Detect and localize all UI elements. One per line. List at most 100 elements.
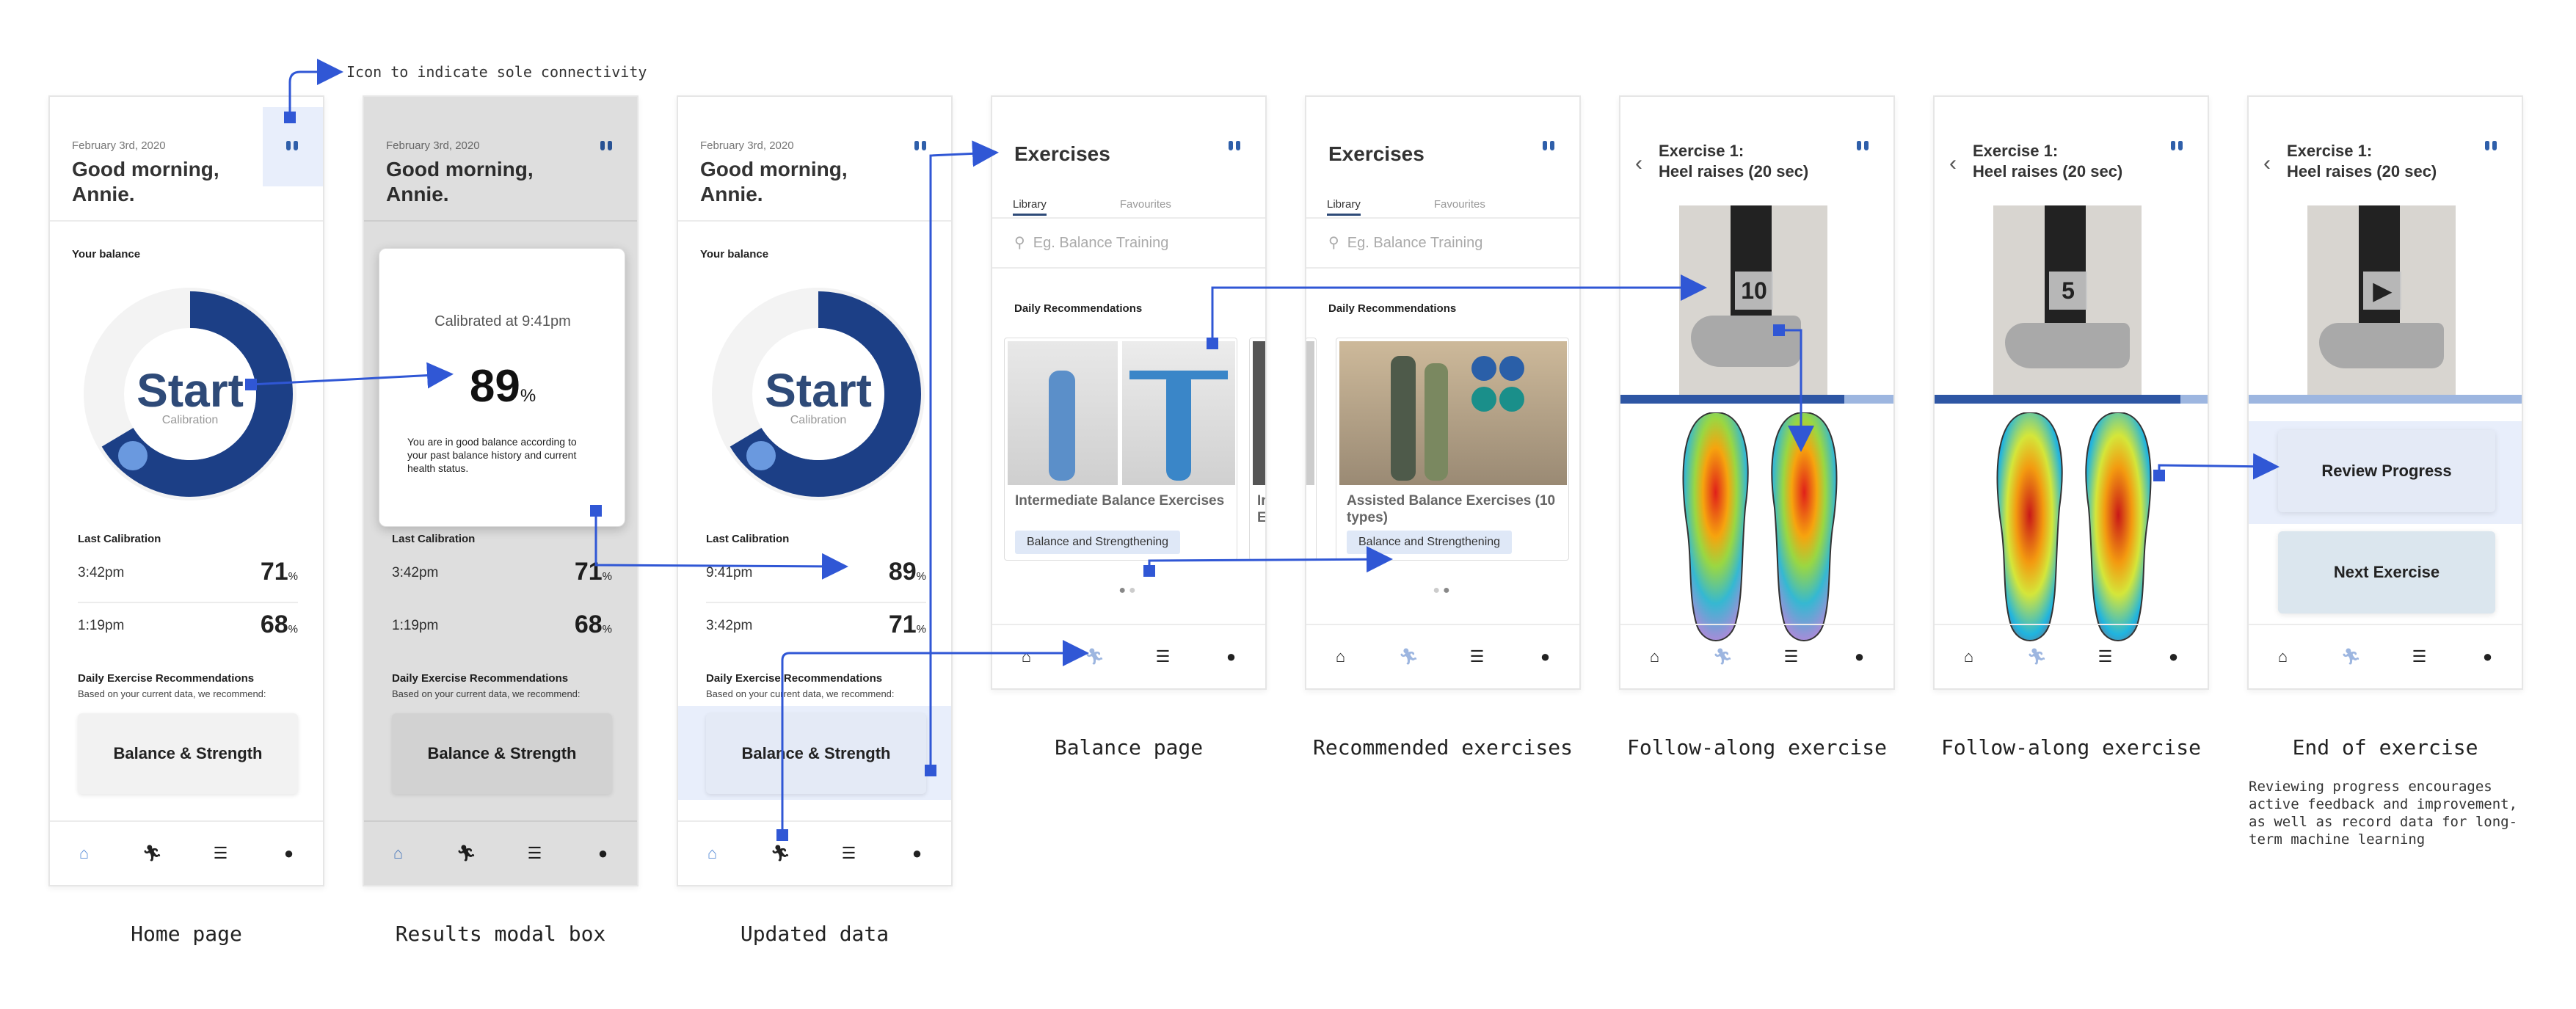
list-icon[interactable]: ☰	[2405, 647, 2434, 666]
home-icon[interactable]: ⌂	[1012, 647, 1041, 666]
exercise-runner-icon[interactable]: 🏃︎	[1394, 647, 1424, 666]
last-calibration-label: Last Calibration	[78, 533, 161, 545]
calibration-label: Calibration	[790, 414, 847, 426]
profile-icon[interactable]: ●	[903, 844, 932, 863]
bottom-nav: ⌂ 🏃︎ ☰ ●	[1935, 624, 2208, 688]
sole-connectivity-icon[interactable]	[1229, 141, 1240, 150]
exercise-runner-icon[interactable]: 🏃︎	[138, 844, 167, 863]
row-value: 71%	[888, 611, 926, 638]
caption: End of exercise	[2292, 735, 2478, 760]
sole-connectivity-icon[interactable]	[2485, 141, 2497, 150]
list-icon[interactable]: ☰	[206, 844, 236, 863]
page-title: Exercises	[1328, 142, 1425, 165]
exercise-card-partial[interactable]	[1306, 338, 1317, 561]
back-chevron-icon[interactable]: ‹	[1949, 151, 1957, 176]
caption: Follow-along exercise	[1940, 735, 2201, 760]
carousel-dots[interactable]: ●●	[992, 584, 1265, 597]
card-title: Intermediate Balance Exercises	[1015, 493, 1225, 509]
home-icon[interactable]: ⌂	[698, 844, 727, 863]
balance-strength-button[interactable]: Balance & Strength	[706, 713, 926, 794]
home-icon[interactable]: ⌂	[1326, 647, 1356, 666]
profile-icon[interactable]: ●	[1531, 647, 1560, 666]
sole-connectivity-icon[interactable]	[914, 141, 926, 150]
divider	[1306, 267, 1579, 269]
end-note: Reviewing progress encourages active fee…	[2249, 779, 2518, 848]
search-input[interactable]: ⚲ Eg. Balance Training	[1328, 233, 1482, 252]
caption: Follow-along exercise	[1626, 735, 1887, 760]
exercise-card[interactable]: Assisted Balance Exercises (10 types) Ba…	[1336, 338, 1569, 561]
calibration-row: 1:19pm 68%	[78, 611, 298, 640]
card-title: Ir E	[1257, 493, 1267, 525]
profile-icon[interactable]: ●	[2159, 647, 2188, 666]
back-chevron-icon[interactable]: ‹	[1635, 151, 1642, 176]
home-screen: February 3rd, 2020 Good morning, Annie. …	[48, 95, 324, 886]
exercise-runner-icon[interactable]: 🏃︎	[2023, 647, 2052, 666]
profile-icon[interactable]: ●	[1845, 647, 1874, 666]
bottom-nav: ⌂ 🏃︎ ☰ ●	[50, 820, 323, 885]
balance-strength-button[interactable]: Balance & Strength	[78, 713, 298, 794]
countdown: 10	[1735, 272, 1773, 310]
rec-subtitle: Based on your current data, we recommend…	[78, 688, 266, 699]
sole-connectivity-icon[interactable]	[1543, 141, 1554, 150]
balance-ring[interactable]: Start Calibration	[712, 288, 925, 500]
exercise-runner-icon[interactable]: 🏃︎	[1080, 647, 1110, 666]
divider	[992, 267, 1265, 269]
exercise-runner-icon[interactable]: 🏃︎	[766, 844, 796, 863]
calibration-label: Calibration	[161, 414, 219, 426]
list-icon[interactable]: ☰	[1777, 647, 1806, 666]
profile-icon[interactable]: ●	[2473, 647, 2503, 666]
carousel-dots[interactable]: ●●	[1306, 584, 1579, 597]
home-icon[interactable]: ⌂	[2268, 647, 2298, 666]
profile-icon[interactable]: ●	[1217, 647, 1246, 666]
exercise-photo	[1122, 341, 1235, 485]
exercise-title: Exercise 1: Heel raises (20 sec)	[1973, 142, 2123, 181]
result-value: 89%	[469, 361, 536, 412]
profile-icon[interactable]: ●	[274, 844, 304, 863]
bottom-nav: ⌂ 🏃︎ ☰ ●	[678, 820, 951, 885]
date-label: February 3rd, 2020	[700, 139, 794, 152]
tab-favourites[interactable]: Favourites	[1120, 198, 1171, 211]
home-icon[interactable]: ⌂	[70, 844, 99, 863]
list-icon[interactable]: ☰	[2091, 647, 2120, 666]
list-icon[interactable]: ☰	[1149, 647, 1178, 666]
sole-connectivity-icon[interactable]	[286, 141, 298, 150]
tab-library[interactable]: Library	[1327, 198, 1361, 216]
exercise-runner-icon[interactable]: 🏃︎	[1709, 647, 1738, 666]
divider	[1306, 217, 1579, 219]
review-progress-button[interactable]: Review Progress	[2278, 430, 2495, 512]
bottom-nav: ⌂ 🏃︎ ☰ ●	[992, 624, 1265, 688]
sole-connectivity-icon[interactable]	[2171, 141, 2183, 150]
home-icon[interactable]: ⌂	[1640, 647, 1670, 666]
divider	[678, 220, 951, 222]
follow-along-screen: ‹ Exercise 1: Heel raises (20 sec) 10 ⌂ 🏃︎…	[1619, 95, 1895, 690]
wireframe-flow: Icon to indicate sole connectivity Febru…	[0, 0, 2576, 1009]
exercise-card-partial[interactable]: Ir E	[1249, 338, 1267, 561]
calibration-row: 9:41pm 89%	[706, 558, 926, 587]
calibrated-time: Calibrated at 9:41pm	[434, 313, 571, 329]
calibration-row: 3:42pm 71%	[706, 611, 926, 640]
greeting: Good morning, Annie.	[700, 158, 848, 205]
card-tag[interactable]: Balance and Strengthening	[1015, 531, 1181, 554]
progress-bar-complete	[2249, 395, 2522, 404]
exercise-runner-icon[interactable]: 🏃︎	[2337, 647, 2366, 666]
card-tag[interactable]: Balance and Strengthening	[1347, 531, 1513, 554]
exercise-card[interactable]: Intermediate Balance Exercises Balance a…	[1004, 338, 1237, 561]
list-icon[interactable]: ☰	[1463, 647, 1492, 666]
back-chevron-icon[interactable]: ‹	[2263, 151, 2271, 176]
search-input[interactable]: ⚲ Eg. Balance Training	[1014, 233, 1168, 252]
divider	[50, 220, 323, 222]
countdown: 5	[2049, 272, 2087, 310]
greeting: Good morning, Annie.	[72, 158, 219, 205]
sole-connectivity-icon[interactable]	[1857, 141, 1869, 150]
play-icon[interactable]: ▶	[2363, 272, 2401, 310]
balance-page-screen: Exercises Library Favourites ⚲ Eg. Balanc…	[991, 95, 1267, 690]
tab-favourites[interactable]: Favourites	[1434, 198, 1485, 211]
recommended-exercises-screen: Exercises Library Favourites ⚲ Eg. Balanc…	[1305, 95, 1581, 690]
progress-bar	[1620, 395, 1893, 404]
list-icon[interactable]: ☰	[834, 844, 864, 863]
balance-ring[interactable]: Start Calibration	[84, 288, 296, 500]
home-icon[interactable]: ⌂	[1954, 647, 1984, 666]
next-exercise-button[interactable]: Next Exercise	[2278, 531, 2495, 613]
tab-library[interactable]: Library	[1013, 198, 1047, 216]
pressure-map	[1996, 412, 2152, 641]
